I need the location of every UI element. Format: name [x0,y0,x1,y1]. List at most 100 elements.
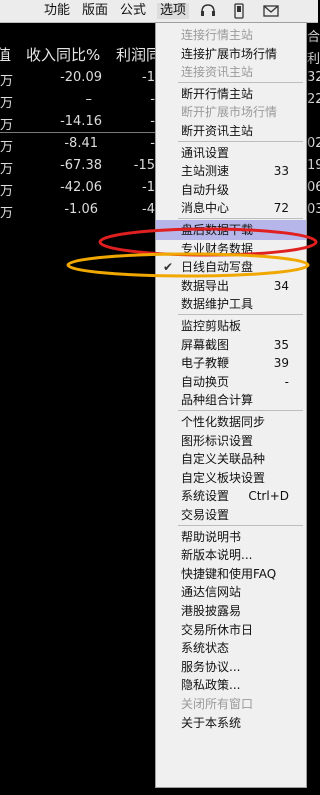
menu-item: 断开扩展市场行情 [156,102,306,122]
table-row-unit: 万 [0,206,14,221]
options-dropdown-menu: 连接行情主站 连接扩展市场行情 连接资讯主站 断开行情主站 断开扩展市场行情 断开资讯主站… [155,22,307,788]
menu-item-label: 数据导出 [181,278,230,293]
right-edge-text: 32 [307,70,320,85]
menu-item-label: 新版本说明... [181,548,253,563]
menu-item[interactable]: 服务协议... [156,657,306,677]
menu-item[interactable]: 帮助说明书 [156,527,306,547]
menu-item[interactable]: 新版本说明... [156,545,306,565]
menu-item[interactable]: 图形标识设置 [156,431,306,451]
right-edge-text: 19 [307,158,320,173]
menu-separator [178,524,303,526]
menu-item[interactable]: 品种组合计算 [156,390,306,410]
menu-item-label: 主站测速 [181,164,230,179]
menu-separator [178,314,303,315]
menu-item[interactable]: 关于本系统 [156,713,306,733]
menu-options[interactable]: 选项 [157,3,190,19]
menu-separator [178,410,303,411]
table-cell-profit: -1 [142,180,155,195]
menu-item[interactable]: 数据维护工具 [156,294,306,314]
mail-icon[interactable] [262,3,280,19]
menu-item-shortcut: Ctrl+D [248,489,289,504]
menu-item[interactable]: 消息中心 72 [156,198,306,218]
menu-layout[interactable]: 版面 [82,3,108,19]
menu-item[interactable]: 专业财务数据 [156,239,306,259]
menu-item-label: 自动升级 [181,182,230,197]
menu-item-label: 品种组合计算 [181,393,254,408]
menu-item[interactable]: 通讯设置 [156,143,306,163]
menu-item-label: 自定义关联品种 [181,452,266,467]
table-cell-profit: -15 [133,158,155,173]
menu-item-label: 通达信网站 [181,585,242,600]
menu-item[interactable]: 自动换页 - [156,372,306,392]
menu-item[interactable]: ✔ 日线自动写盘 [156,257,306,277]
menu-item-label: 屏幕截图 [181,337,230,352]
right-edge-text: 02 [307,136,320,151]
menu-item-label: 个性化数据同步 [181,415,266,429]
menu-item[interactable]: 自定义关联品种 [156,449,306,469]
table-row-unit: 万 [0,184,14,199]
menu-item-label: 图形标识设置 [181,433,254,448]
right-edge-text: 合 [307,30,320,45]
menu-item[interactable]: 个性化数据同步 [156,412,306,432]
menu-item[interactable]: 数据导出 34 [156,276,306,296]
menu-item: 关闭所有窗口 [156,694,306,714]
menu-function[interactable]: 功能 [44,3,70,19]
menu-item-label: 断开行情主站 [181,86,254,101]
menu-item[interactable]: 自定义板块设置 [156,468,306,488]
menu-item-label: 交易设置 [181,508,230,522]
menu-item-label: 日线自动写盘 [181,260,254,275]
menu-item[interactable]: 快捷键和使用FAQ [156,564,306,584]
menu-item-label: 连接资讯主站 [181,65,254,80]
table-cell-revenue: -42.06 [60,180,102,195]
menu-item-label: 服务协议... [181,659,241,674]
table-cell-revenue: – [85,92,93,107]
menu-item-label: 电子教鞭 [181,356,230,371]
menu-item-label: 监控剪贴板 [181,319,242,333]
menu-item-shortcut: 35 [273,337,289,352]
menu-item-label: 自定义板块设置 [181,470,266,485]
menu-item: 连接资讯主站 [156,62,306,82]
menu-item-label: 关闭所有窗口 [181,697,254,711]
phone-icon[interactable] [230,3,248,19]
table-cell-revenue: -20.09 [60,70,102,85]
menu-item-label: 消息中心 [181,201,230,216]
menu-item[interactable]: 隐私政策... [156,675,306,695]
menu-item[interactable]: 断开行情主站 [156,84,306,104]
table-cell-profit: - [150,136,155,151]
table-cell-revenue: -67.38 [60,158,102,173]
menu-item[interactable]: 断开资讯主站 [156,121,306,141]
menu-item[interactable]: 系统设置 Ctrl+D [156,486,306,506]
menu-separator [178,218,303,219]
menu-item[interactable]: 港股披露易 [156,601,306,621]
table-cell-revenue: -14.16 [60,114,102,129]
menu-item-shortcut: 39 [273,356,289,371]
menu-item[interactable]: 系统状态 [156,638,306,658]
menu-item[interactable]: 交易所休市日 [156,620,306,640]
menu-separator [178,140,303,142]
menu-item-label: 连接扩展市场行情 [181,46,278,61]
right-edge-text: 03 [307,202,320,217]
menu-item-label: 专业财务数据 [181,241,254,256]
menu-item[interactable]: 自动升级 [156,180,306,200]
menu-item[interactable]: 屏幕截图 35 [156,335,306,355]
menu-formula[interactable]: 公式 [120,3,146,19]
menu-item[interactable]: 交易设置 [156,505,306,525]
menu-item[interactable]: 主站测速 33 [156,161,306,181]
menu-item-shortcut: - [284,374,289,389]
checkmark-icon: ✔ [163,260,174,275]
menu-item[interactable]: 盘后数据下载 [156,220,306,240]
menu-item-label: 断开资讯主站 [181,124,254,138]
menu-separator [178,81,303,83]
menu-item[interactable]: 监控剪贴板 [156,316,306,336]
col-header-revenue-yoy: 收入同比% [26,46,101,64]
menu-item[interactable]: 通达信网站 [156,582,306,602]
menu-item[interactable]: 连接扩展市场行情 [156,44,306,64]
menu-item[interactable]: 电子教鞭 39 [156,353,306,373]
table-row-unit: 万 [0,140,14,155]
menu-item-label: 港股披露易 [181,604,242,618]
menu-item-label: 系统设置 [181,489,230,504]
table-cell-revenue: -8.41 [64,136,98,151]
headset-icon[interactable] [199,3,217,19]
table-row-unit: 万 [0,118,14,133]
menu-item-label: 帮助说明书 [181,529,242,544]
